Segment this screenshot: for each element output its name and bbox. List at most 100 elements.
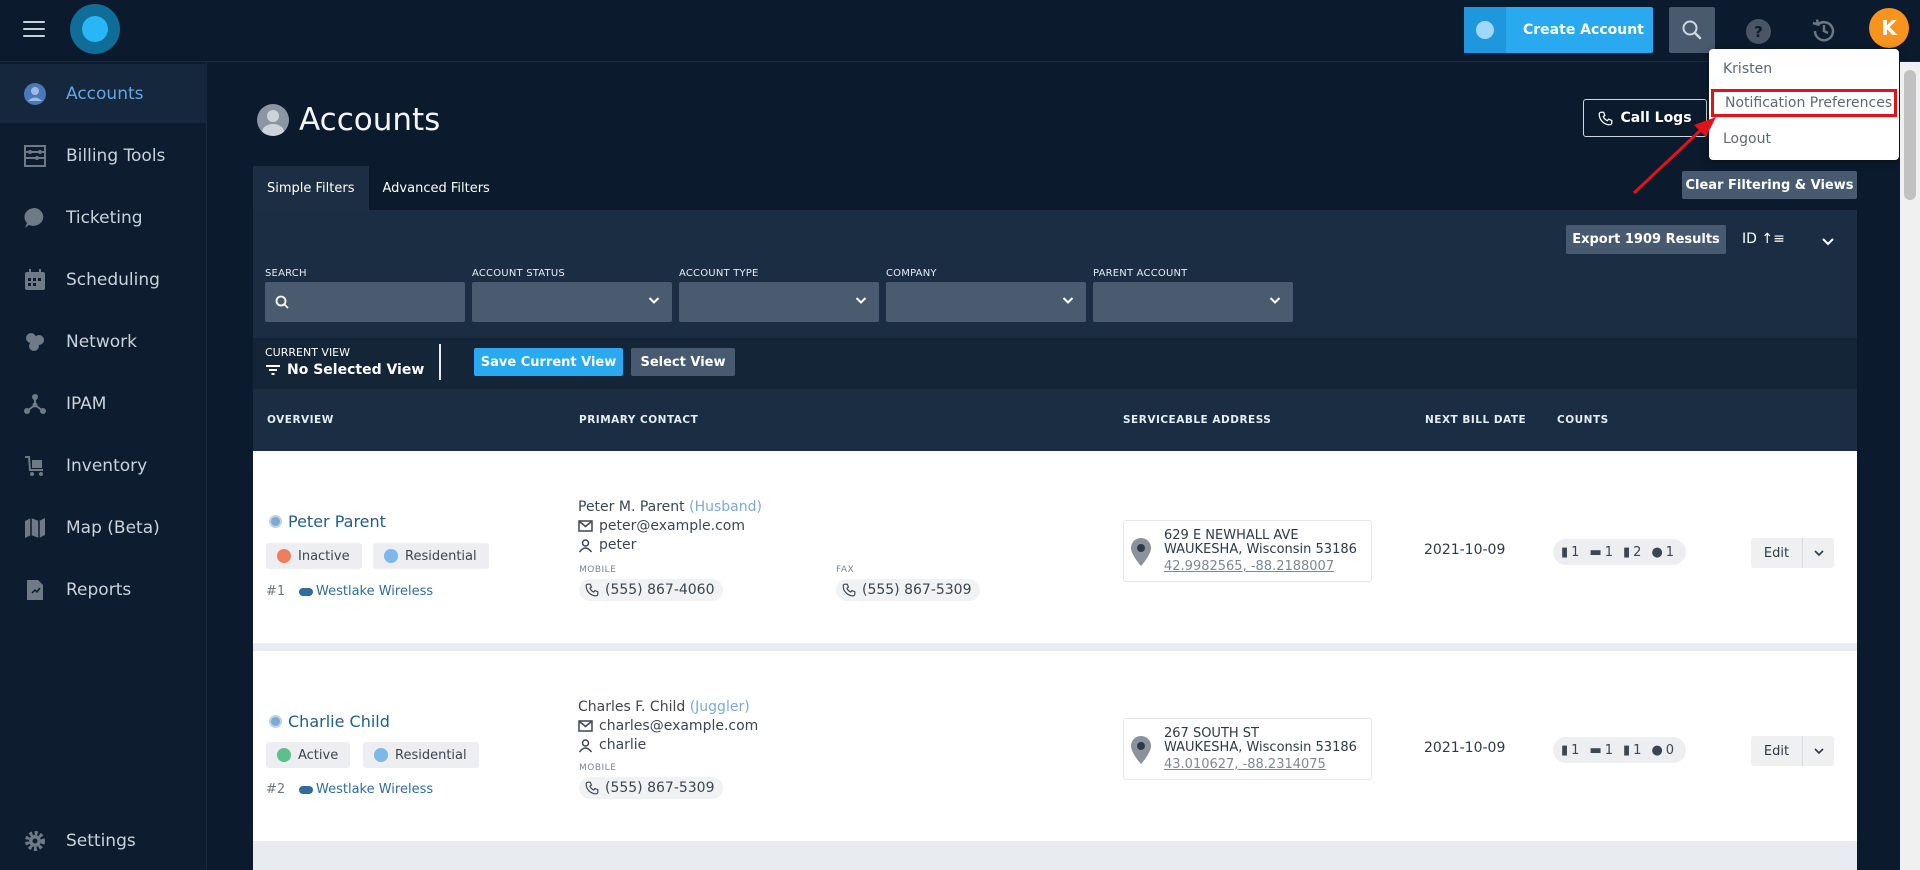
annotation-arrow <box>1632 117 1716 195</box>
company-link[interactable]: Westlake Wireless <box>299 782 433 797</box>
table-row[interactable]: Charlie Child Active Residential #2 West… <box>253 651 1857 841</box>
help-icon[interactable]: ? <box>1746 19 1771 44</box>
mobile-phone[interactable]: (555) 867-4060 <box>579 579 723 601</box>
sidebar-item-scheduling[interactable]: Scheduling <box>0 250 207 309</box>
create-account-button[interactable]: Create Account <box>1464 7 1653 53</box>
row-menu-button[interactable] <box>1803 736 1834 766</box>
globe-icon: ● <box>1651 544 1663 560</box>
company-name: Westlake Wireless <box>316 782 434 797</box>
export-results-button[interactable]: Export 1909 Results <box>1566 225 1726 254</box>
counts-badge[interactable]: ▮ 1 ▬ 1 ▮ 1 ● 0 <box>1553 737 1687 763</box>
tab-advanced-filters[interactable]: Advanced Filters <box>369 166 504 210</box>
sidebar-item-label: Inventory <box>66 455 148 476</box>
invoice-icon: ▮ <box>1561 742 1569 758</box>
phone-text: (555) 867-5309 <box>862 582 972 598</box>
select-view-button[interactable]: Select View <box>631 348 735 376</box>
phone-text: (555) 867-4060 <box>605 582 715 598</box>
sidebar-item-inventory[interactable]: Inventory <box>0 436 207 495</box>
filter-label: ACCOUNT STATUS <box>472 268 565 279</box>
counts-badge[interactable]: ▮ 1 ▬ 1 ▮ 2 ● 1 <box>1553 539 1687 565</box>
mobile-phone[interactable]: (555) 867-5309 <box>579 777 723 799</box>
column-header-next-bill-date[interactable]: NEXT BILL DATE <box>1425 414 1526 426</box>
contact-name[interactable]: Peter M. Parent (Husband) <box>578 499 762 515</box>
column-header-primary-contact[interactable]: PRIMARY CONTACT <box>579 414 698 426</box>
sidebar-item-map[interactable]: Map (Beta) <box>0 498 207 557</box>
sidebar-item-settings[interactable]: Settings <box>0 811 207 870</box>
filter-label: ACCOUNT TYPE <box>679 268 759 279</box>
contact-username: peter <box>578 537 636 553</box>
search-input[interactable] <box>265 282 465 322</box>
count-value: 1 <box>1604 742 1614 758</box>
coordinates-link[interactable]: 42.9982565, -88.2188007 <box>1164 559 1334 574</box>
logo-icon[interactable] <box>70 4 120 54</box>
next-bill-date: 2021-10-09 <box>1424 542 1506 558</box>
type-text: Residential <box>395 747 467 763</box>
network-icon <box>22 329 48 355</box>
account-type-select[interactable] <box>679 282 879 322</box>
save-current-view-button[interactable]: Save Current View <box>474 348 623 376</box>
count-value: 1 <box>1571 742 1580 758</box>
sort-selector[interactable]: ID ↑≡ <box>1742 231 1785 247</box>
map-icon <box>22 515 48 541</box>
phone-icon <box>842 583 856 597</box>
sidebar-item-billing-tools[interactable]: Billing Tools <box>0 126 207 185</box>
account-id: #1 <box>266 584 286 599</box>
fax-phone[interactable]: (555) 867-5309 <box>836 579 980 601</box>
contact-name-text: Peter M. Parent <box>578 499 685 515</box>
company-select[interactable] <box>886 282 1086 322</box>
edit-button[interactable]: Edit <box>1751 736 1803 766</box>
column-header-overview[interactable]: OVERVIEW <box>267 414 334 426</box>
edit-button[interactable]: Edit <box>1751 538 1803 568</box>
ipam-icon <box>22 391 48 417</box>
map-pin-icon <box>1131 538 1151 566</box>
sidebar-item-reports[interactable]: Reports <box>0 560 207 619</box>
row-menu-button[interactable] <box>1803 538 1834 568</box>
contact-name[interactable]: Charles F. Child (Juggler) <box>578 699 750 715</box>
account-name-link[interactable]: Peter Parent <box>269 512 386 531</box>
map-pin-icon <box>1131 736 1151 764</box>
account-name-link[interactable]: Charlie Child <box>269 712 390 731</box>
contact-email[interactable]: peter@example.com <box>578 518 745 534</box>
sidebar-item-network[interactable]: Network <box>0 312 207 371</box>
contact-email[interactable]: charles@example.com <box>578 718 758 734</box>
account-status-select[interactable] <box>472 282 672 322</box>
phone-icon <box>1599 111 1613 125</box>
account-name: Charlie Child <box>288 712 390 731</box>
company-link[interactable]: Westlake Wireless <box>299 584 433 599</box>
account-name: Peter Parent <box>288 512 386 531</box>
filter-company: COMPANY <box>886 268 1086 322</box>
chevron-down-icon[interactable] <box>1821 232 1835 251</box>
sidebar-item-accounts[interactable]: Accounts <box>0 64 207 123</box>
user-avatar[interactable]: K <box>1869 8 1909 48</box>
column-header-counts[interactable]: COUNTS <box>1557 414 1609 426</box>
column-header-serviceable-address[interactable]: SERVICEABLE ADDRESS <box>1123 414 1271 426</box>
phone-icon <box>585 781 599 795</box>
address-card[interactable]: 267 SOUTH ST WAUKESHA, Wisconsin 53186 4… <box>1123 718 1372 780</box>
history-icon[interactable] <box>1810 17 1838 45</box>
parent-account-select[interactable] <box>1093 282 1293 322</box>
sidebar-item-ipam[interactable]: IPAM <box>0 374 207 433</box>
sidebar-item-label: Reports <box>66 579 132 600</box>
address-card[interactable]: 629 E NEWHALL AVE WAUKESHA, Wisconsin 53… <box>1123 520 1372 582</box>
divider <box>439 344 441 380</box>
sidebar-item-label: Billing Tools <box>66 145 166 166</box>
tab-simple-filters[interactable]: Simple Filters <box>253 166 369 210</box>
chevron-down-icon <box>1813 549 1824 556</box>
clipboard-icon: ▮ <box>1623 742 1631 758</box>
address-line-1: 267 SOUTH ST <box>1164 726 1259 741</box>
scrollbar-thumb[interactable] <box>1904 70 1916 200</box>
count-value: 1 <box>1633 742 1642 758</box>
coordinates-link[interactable]: 43.010627, -88.2314075 <box>1164 757 1326 772</box>
user-icon <box>578 538 593 552</box>
menu-item-username[interactable]: Kristen <box>1709 55 1899 83</box>
menu-item-notification-preferences[interactable]: Notification Preferences <box>1711 89 1897 117</box>
scrollbar[interactable] <box>1900 62 1920 870</box>
filter-icon <box>266 365 280 375</box>
table-row[interactable]: Peter Parent Inactive Residential #1 Wes… <box>253 451 1857 643</box>
sidebar-item-ticketing[interactable]: Ticketing <box>0 188 207 247</box>
menu-item-logout[interactable]: Logout <box>1709 125 1899 153</box>
mail-icon <box>578 720 593 732</box>
search-button[interactable] <box>1669 7 1715 53</box>
account-id: #2 <box>266 782 286 797</box>
menu-icon[interactable] <box>23 21 45 39</box>
